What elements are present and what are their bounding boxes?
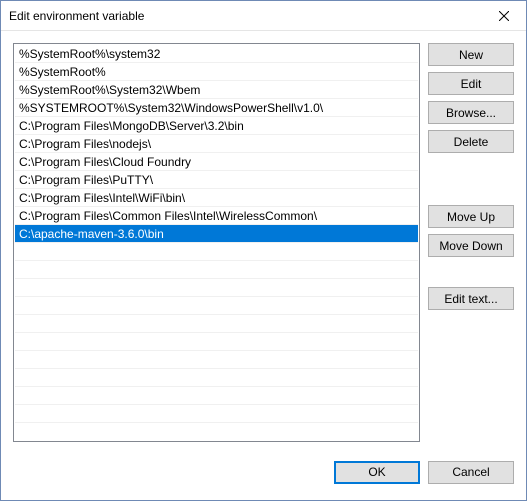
list-item[interactable]: C:\Program Files\MongoDB\Server\3.2\bin <box>15 117 418 135</box>
list-item[interactable]: %SystemRoot%\System32\Wbem <box>15 81 418 99</box>
browse-button[interactable]: Browse... <box>428 101 514 124</box>
new-button[interactable]: New <box>428 43 514 66</box>
list-item[interactable]: C:\Program Files\Intel\WiFi\bin\ <box>15 189 418 207</box>
dialog-body: %SystemRoot%\system32%SystemRoot%%System… <box>1 31 526 500</box>
list-item[interactable]: C:\Program Files\nodejs\ <box>15 135 418 153</box>
list-item[interactable]: C:\Program Files\PuTTY\ <box>15 171 418 189</box>
close-button[interactable] <box>481 1 526 31</box>
move-down-button[interactable]: Move Down <box>428 234 514 257</box>
spacer <box>428 159 514 199</box>
ok-button[interactable]: OK <box>334 461 420 484</box>
window-title: Edit environment variable <box>9 9 144 23</box>
cancel-button[interactable]: Cancel <box>428 461 514 484</box>
move-up-button[interactable]: Move Up <box>428 205 514 228</box>
spacer <box>428 263 514 281</box>
list-item[interactable]: %SYSTEMROOT%\System32\WindowsPowerShell\… <box>15 99 418 117</box>
button-sidebar: New Edit Browse... Delete Move Up Move D… <box>428 43 514 442</box>
list-item[interactable]: %SystemRoot% <box>15 63 418 81</box>
path-listbox[interactable]: %SystemRoot%\system32%SystemRoot%%System… <box>13 43 420 442</box>
content-row: %SystemRoot%\system32%SystemRoot%%System… <box>13 43 514 442</box>
titlebar: Edit environment variable <box>1 1 526 31</box>
close-icon <box>499 11 509 21</box>
edit-button[interactable]: Edit <box>428 72 514 95</box>
delete-button[interactable]: Delete <box>428 130 514 153</box>
list-item[interactable]: C:\Program Files\Cloud Foundry <box>15 153 418 171</box>
list-filler <box>15 243 418 440</box>
dialog-footer: OK Cancel <box>13 442 514 490</box>
list-item[interactable]: C:\apache-maven-3.6.0\bin <box>15 225 418 243</box>
dialog-window: Edit environment variable %SystemRoot%\s… <box>0 0 527 501</box>
list-item[interactable]: %SystemRoot%\system32 <box>15 45 418 63</box>
edit-text-button[interactable]: Edit text... <box>428 287 514 310</box>
list-item[interactable]: C:\Program Files\Common Files\Intel\Wire… <box>15 207 418 225</box>
